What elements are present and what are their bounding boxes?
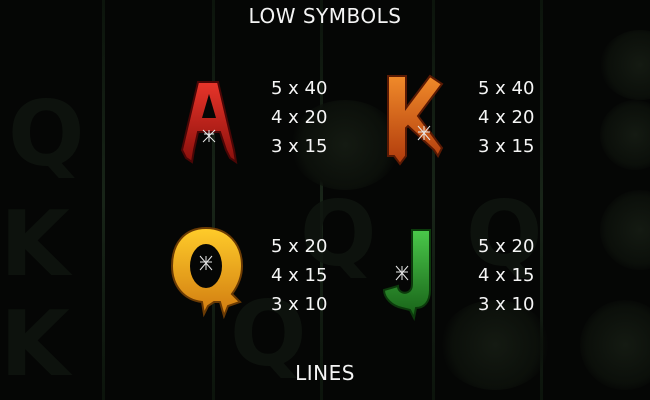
ghost-symbol [600,190,650,270]
pay-line: 4 x 20 [478,107,535,128]
pay-line: 4 x 15 [271,265,328,286]
pay-line: 3 x 10 [478,294,535,315]
ghost-symbol [600,100,650,170]
ghost-symbol [600,30,650,100]
reel-divider [212,0,215,400]
ghost-symbol: Q [8,82,85,187]
pay-line: 5 x 20 [478,236,535,257]
letter-a-red-icon [168,72,248,172]
reel-divider [432,0,435,400]
lines-title: LINES [295,361,355,385]
paytable-j: 5 x 20 4 x 15 3 x 10 [478,232,534,319]
reel-divider [102,0,105,400]
letter-j-green-icon [378,224,458,324]
low-symbols-title: LOW SYMBOLS [248,4,402,28]
pay-line: 5 x 20 [271,236,328,257]
pay-line: 3 x 15 [478,136,535,157]
letter-k-orange-icon [378,72,458,172]
pay-line: 5 x 40 [478,78,535,99]
letter-q-yellow-icon [166,222,246,322]
ghost-symbol: K [0,192,70,297]
paytable-a: 5 x 40 4 x 20 3 x 15 [271,74,327,161]
pay-line: 3 x 15 [271,136,328,157]
pay-line: 3 x 10 [271,294,328,315]
background-reels: Q K K Q Q Q [0,0,650,400]
paytable-q: 5 x 20 4 x 15 3 x 10 [271,232,327,319]
pay-line: 4 x 15 [478,265,535,286]
pay-line: 4 x 20 [271,107,328,128]
paytable-k: 5 x 40 4 x 20 3 x 15 [478,74,534,161]
pay-line: 5 x 40 [271,78,328,99]
